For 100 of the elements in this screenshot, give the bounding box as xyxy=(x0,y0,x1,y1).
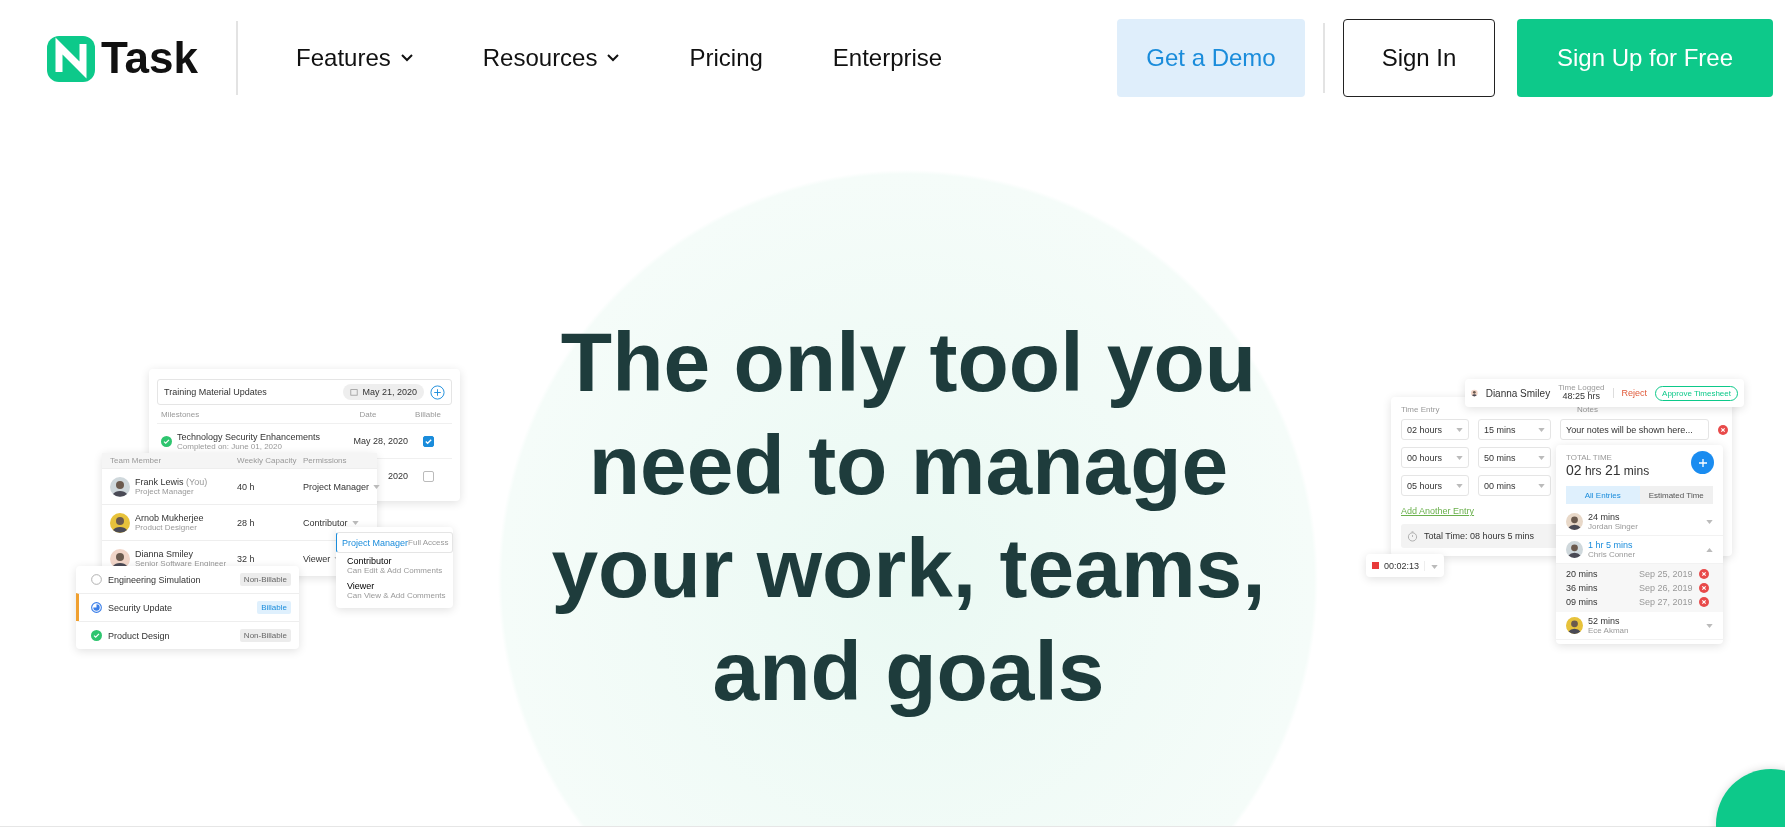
nav-link[interactable]: Pricing xyxy=(689,43,763,72)
caret-icon xyxy=(1456,483,1463,488)
member-name: Dianna Smiley xyxy=(1485,387,1551,399)
caret-icon xyxy=(1538,483,1545,488)
field-label: Time Entry xyxy=(1401,405,1440,414)
member-name: Chris Conner xyxy=(1588,550,1637,559)
hours-dropdown[interactable]: 02 hours xyxy=(1401,419,1469,440)
caret-up-icon[interactable] xyxy=(1706,547,1713,552)
time-entry-row[interactable]: 52 mins Ece Akman xyxy=(1556,612,1723,640)
member-role: Project Manager xyxy=(135,487,195,496)
task-row[interactable]: Product Design Non-Billable xyxy=(76,621,299,649)
nav-link[interactable]: Resources xyxy=(482,43,620,72)
add-button[interactable] xyxy=(1691,451,1714,474)
remove-icon[interactable] xyxy=(1699,569,1709,579)
permission-dropdown[interactable]: Project Manager xyxy=(303,481,381,492)
caret-icon xyxy=(1431,564,1439,569)
total-time-value: 02 hrs 21 mins xyxy=(1566,462,1650,478)
milestone-input[interactable]: Training Material Updates May 21, 2020 xyxy=(157,379,452,405)
notes-field[interactable]: Your notes will be shown here... xyxy=(1560,419,1709,440)
plus-icon xyxy=(1697,457,1708,468)
entry-date: Sep 27, 2019 xyxy=(1639,597,1694,607)
time-logged-value: 48:25 hrs xyxy=(1561,392,1601,402)
duration: 20 mins xyxy=(1566,569,1599,579)
total-time-label: TOTAL TIME xyxy=(1566,453,1613,462)
column-header: Milestones xyxy=(161,409,201,419)
caret-icon[interactable] xyxy=(1706,519,1713,524)
minutes-dropdown[interactable]: 15 mins xyxy=(1478,419,1551,440)
permission-dropdown[interactable]: Contributor xyxy=(303,517,369,528)
logo-text[interactable]: Task xyxy=(101,32,199,83)
caret-icon[interactable] xyxy=(1706,623,1713,628)
task-row[interactable]: Engineering Simulation Non-Billable xyxy=(76,566,299,593)
column-header: Date xyxy=(359,409,377,419)
member-role: Senior Software Engineer xyxy=(135,559,227,568)
date-chip[interactable]: May 21, 2020 xyxy=(343,384,424,400)
column-header: Billable xyxy=(415,409,441,419)
remove-icon[interactable] xyxy=(1699,597,1709,607)
duration: 36 mins xyxy=(1566,583,1599,593)
member-name: Dianna Smiley xyxy=(135,549,195,559)
completed-date: Completed on: June 01, 2020 xyxy=(177,441,283,451)
duration: 09 mins xyxy=(1566,597,1599,607)
hours-dropdown[interactable]: 00 hours xyxy=(1401,447,1469,468)
avatar xyxy=(110,512,130,533)
time-logged-label: Time Logged xyxy=(1558,384,1605,393)
billable-checkbox[interactable] xyxy=(422,470,434,482)
minutes-dropdown[interactable]: 00 mins xyxy=(1478,475,1551,496)
caret-icon xyxy=(1538,455,1545,460)
member-name: Jordan Singer xyxy=(1588,522,1639,531)
caret-icon xyxy=(1456,455,1463,460)
avatar xyxy=(110,476,130,497)
caret-icon xyxy=(373,484,381,489)
billing-tag: Billable xyxy=(257,601,291,614)
sign-in-button[interactable]: Sign In xyxy=(1343,18,1495,97)
capacity: 28 h xyxy=(237,517,256,528)
menu-item[interactable]: Contributor Can Edit & Add Comments xyxy=(336,553,453,578)
progress-icon[interactable] xyxy=(91,602,102,613)
hours-dropdown[interactable]: 05 hours xyxy=(1401,475,1469,496)
capacity: 40 h xyxy=(237,481,256,492)
billing-tag: Non-Billable xyxy=(239,573,291,586)
avatar xyxy=(1566,617,1583,634)
calendar-icon xyxy=(350,388,359,396)
stopwatch-icon xyxy=(1407,530,1418,542)
milestone-date: 2020 xyxy=(387,471,408,481)
menu-item[interactable]: Viewer Can View & Add Comments xyxy=(336,578,453,603)
member-role: Product Designer xyxy=(135,523,198,532)
caret-icon xyxy=(351,520,359,525)
billable-checkbox[interactable] xyxy=(422,435,434,447)
timer-chip[interactable]: 00:02:13 xyxy=(1366,554,1445,577)
member-name: Arnob Mukherjee xyxy=(135,513,204,523)
milestone-title: Technology Security Enhancements xyxy=(177,431,321,442)
nav-link[interactable]: Features xyxy=(296,43,413,72)
empty-circle-icon[interactable] xyxy=(91,574,102,585)
capacity: 32 h xyxy=(237,553,256,564)
caret-icon xyxy=(1538,427,1545,432)
entry-date: Sep 26, 2019 xyxy=(1639,583,1694,593)
task-row[interactable]: Security Update Billable xyxy=(76,593,299,621)
menu-item[interactable]: Project ManagerFull Access xyxy=(336,532,453,553)
remove-icon[interactable] xyxy=(1718,424,1728,435)
time-entry-row[interactable]: 24 mins Jordan Singer xyxy=(1556,508,1723,536)
column-header: Weekly Capacity xyxy=(237,456,298,465)
caret-icon xyxy=(1456,427,1463,432)
reject-link[interactable]: Reject xyxy=(1612,388,1648,398)
avatar xyxy=(1566,541,1583,558)
add-icon[interactable] xyxy=(430,384,445,400)
check-circle-icon[interactable] xyxy=(91,630,102,641)
member-name: Ece Akman xyxy=(1588,626,1630,635)
duration: 1 hr 5 mins xyxy=(1588,540,1634,550)
nav-link[interactable]: Enterprise xyxy=(832,43,943,72)
remove-icon[interactable] xyxy=(1699,583,1709,593)
headline: The only tool you need to manage your work, teams, and goals xyxy=(551,314,1266,720)
avatar xyxy=(1566,513,1583,530)
field-label: Notes xyxy=(1577,405,1598,414)
duration: 52 mins xyxy=(1588,616,1621,626)
column-header: Team Member xyxy=(110,456,163,465)
billing-tag: Non-Billable xyxy=(239,629,291,642)
duration: 24 mins xyxy=(1588,512,1621,522)
minutes-dropdown[interactable]: 50 mins xyxy=(1478,447,1551,468)
milestone-date: May 28, 2020 xyxy=(353,436,408,446)
column-header: Permissions xyxy=(303,456,348,465)
member-name: Frank Lewis (You) xyxy=(135,477,208,487)
entry-date: Sep 25, 2019 xyxy=(1639,569,1694,579)
